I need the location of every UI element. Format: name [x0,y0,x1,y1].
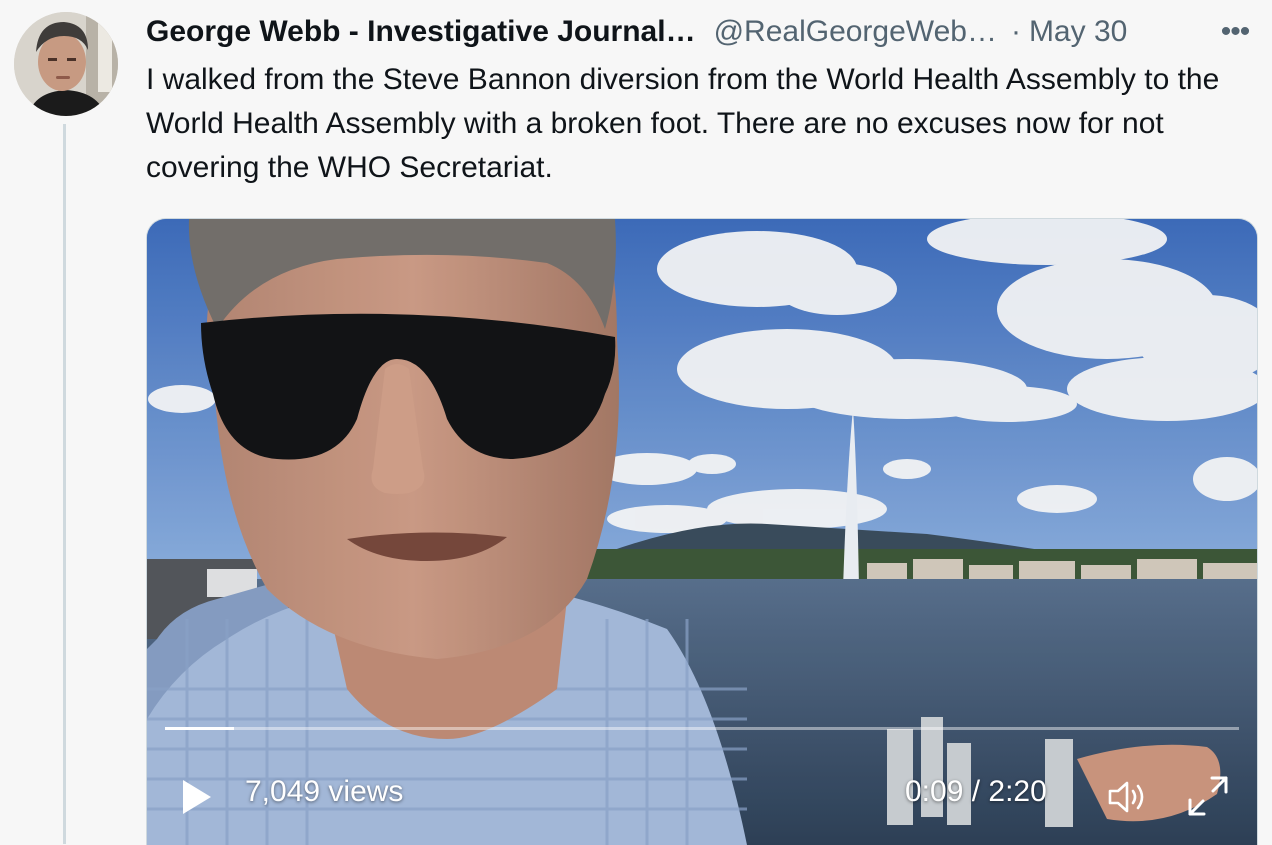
avatar-photo [14,12,118,116]
progress-bar[interactable] [165,727,1239,730]
avatar[interactable] [14,12,118,116]
view-count: 7,049 views [245,775,404,808]
header-separator: · [1010,15,1021,48]
author-handle[interactable]: @RealGeorgeWeb… [714,15,997,49]
video-frame [147,219,1257,845]
author-name[interactable]: George Webb - Investigative Journal… [146,15,696,49]
video-time: 0:09 / 2:20 [905,775,1047,808]
progress-bar-fill [165,727,234,730]
play-icon[interactable] [177,774,217,820]
tweet-text: I walked from the Steve Bannon diversion… [146,63,1220,184]
video-player[interactable]: 7,049 views 0:09 / 2:20 [146,218,1258,845]
more-options-icon[interactable]: ••• [1212,15,1258,48]
volume-icon[interactable] [1105,775,1151,819]
tweet-date[interactable]: May 30 [1029,15,1127,49]
fullscreen-icon[interactable] [1185,773,1231,819]
thread-line [63,124,66,844]
tweet-header: George Webb - Investigative Journal… @Re… [146,12,1127,52]
